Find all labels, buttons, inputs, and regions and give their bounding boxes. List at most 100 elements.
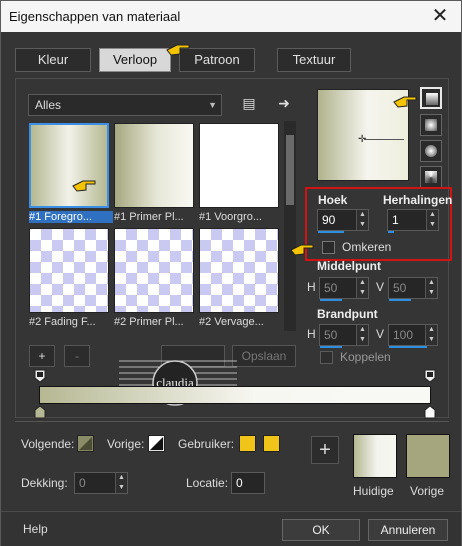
gradient-thumbnail xyxy=(114,228,194,313)
gradient-item[interactable]: #1 Primer Pl... xyxy=(114,123,194,226)
spin-arrows-icon[interactable]: ▲ ▼ xyxy=(115,473,127,493)
chevron-down-icon: ▼ xyxy=(208,100,217,110)
rectangular-style-button[interactable] xyxy=(420,114,442,136)
category-dropdown[interactable]: Alles ▼ xyxy=(28,94,222,116)
center-v-spinbox[interactable]: 50 ▲ ▼ xyxy=(388,277,438,301)
link-label: Koppelen xyxy=(340,350,391,364)
tab-kleur[interactable]: Kleur xyxy=(15,48,91,72)
focal-v-value: 100 xyxy=(393,328,414,342)
arrow-right-icon[interactable]: ➜ xyxy=(275,94,293,112)
gradient-thumbnail xyxy=(29,123,109,208)
prev-color-swatch[interactable] xyxy=(148,435,165,452)
foreground-stop-marker[interactable] xyxy=(34,369,46,383)
angle-label: Hoek xyxy=(318,193,348,207)
pointing-hand-icon xyxy=(166,44,190,56)
spin-arrows-icon[interactable]: ▲ ▼ xyxy=(356,278,368,298)
opacity-spinbox[interactable]: 0 ▲ ▼ xyxy=(74,472,128,494)
angle-spinbox[interactable]: 90 ▲ ▼ xyxy=(317,209,369,233)
pointing-hand-icon xyxy=(393,96,417,108)
cancel-button[interactable]: Annuleren xyxy=(368,519,448,541)
focal-h-spinbox[interactable]: 50 ▲ ▼ xyxy=(319,324,369,348)
close-icon[interactable]: ✕ xyxy=(429,5,451,27)
previous-material-swatch[interactable] xyxy=(406,434,450,478)
gradient-item-label: #1 Primer Pl... xyxy=(114,211,184,223)
focal-h-label: H xyxy=(307,327,316,341)
invert-label: Omkeren xyxy=(342,240,392,254)
claudia-watermark-logo: claudia xyxy=(119,360,237,406)
next-label: Volgende: xyxy=(21,437,75,451)
scrollbar-thumb[interactable] xyxy=(286,135,294,205)
center-h-level xyxy=(320,299,342,301)
opacity-stop-marker[interactable] xyxy=(424,405,436,419)
focal-label: Brandpunt xyxy=(317,307,378,321)
gradient-item[interactable]: #2 Vervage... xyxy=(199,228,279,331)
gradient-thumbnail xyxy=(114,123,194,208)
opacity-stop-marker[interactable] xyxy=(34,405,46,419)
ok-button[interactable]: OK xyxy=(282,519,360,541)
remove-gradient-button[interactable]: - xyxy=(64,345,90,367)
focal-v-spinbox[interactable]: 100 ▲ ▼ xyxy=(388,324,438,348)
center-v-label: V xyxy=(376,280,385,294)
spin-arrows-icon[interactable]: ▲ ▼ xyxy=(426,210,438,230)
gradient-editor-bar[interactable] xyxy=(39,386,431,404)
current-material-swatch[interactable] xyxy=(353,434,397,478)
tab-verloop[interactable]: Verloop xyxy=(99,48,171,72)
gradient-item-label: #2 Fading F... xyxy=(29,316,96,328)
angle-value: 90 xyxy=(322,213,336,227)
center-h-label: H xyxy=(307,280,316,294)
opacity-label: Dekking: xyxy=(21,476,68,490)
radial-style-button[interactable] xyxy=(420,140,442,162)
spin-arrows-icon[interactable]: ▲ ▼ xyxy=(356,210,368,230)
rectangular-gradient-icon xyxy=(425,119,437,131)
location-value: 0 xyxy=(236,476,243,490)
gradient-item-label: #2 Vervage... xyxy=(199,316,264,328)
user-color-swatch-1[interactable] xyxy=(239,435,256,452)
library-scrollbar[interactable] xyxy=(284,121,296,331)
angle-line xyxy=(364,139,404,140)
gradient-thumbnail xyxy=(199,228,279,313)
link-checkbox[interactable] xyxy=(320,351,333,364)
gradient-item[interactable]: #1 Foregro... xyxy=(29,123,113,226)
repeat-spinbox[interactable]: 1 ▲ ▼ xyxy=(387,209,439,233)
gradient-item-label: #2 Primer Pl... xyxy=(114,316,184,328)
sunburst-style-button[interactable] xyxy=(420,166,442,188)
invert-checkbox[interactable] xyxy=(322,241,335,254)
center-h-spinbox[interactable]: 50 ▲ ▼ xyxy=(319,277,369,301)
gradient-item[interactable]: #2 Fading F... xyxy=(29,228,109,331)
tab-bar: Kleur Verloop Patroon Textuur xyxy=(15,48,449,74)
user-color-swatch-2[interactable] xyxy=(263,435,280,452)
add-gradient-button[interactable]: + xyxy=(29,345,55,367)
next-color-swatch[interactable] xyxy=(77,435,94,452)
prev-label: Vorige: xyxy=(107,437,145,451)
book-icon[interactable]: ▤ xyxy=(240,94,258,112)
tab-textuur[interactable]: Textuur xyxy=(277,48,351,72)
user-label: Gebruiker: xyxy=(178,437,235,451)
previous-label: Vorige xyxy=(410,484,445,498)
add-swatch-button[interactable]: + xyxy=(311,436,339,464)
background-stop-marker[interactable] xyxy=(424,369,436,383)
spin-arrows-icon[interactable]: ▲ ▼ xyxy=(425,278,437,298)
title-bar: Eigenschappen van materiaal ✕ xyxy=(1,1,461,32)
repeat-level xyxy=(388,231,394,233)
center-label: Middelpunt xyxy=(317,259,381,273)
save-button[interactable]: Opslaan xyxy=(232,345,296,367)
linear-style-button[interactable] xyxy=(420,87,442,109)
center-h-value: 50 xyxy=(324,281,338,295)
focal-v-level xyxy=(389,346,427,348)
location-field[interactable]: 0 xyxy=(231,472,265,494)
pointing-hand-icon xyxy=(72,180,96,192)
gradient-library-grid: #1 Foregro... #1 Primer Pl... #1 Voorgro… xyxy=(27,121,283,331)
gradient-thumbnail xyxy=(29,228,109,313)
sunburst-gradient-icon xyxy=(425,171,437,183)
spin-arrows-icon[interactable]: ▲ ▼ xyxy=(356,325,368,345)
current-label: Huidige xyxy=(353,484,394,498)
gradient-thumbnail xyxy=(199,123,279,208)
gradient-item[interactable]: #1 Voorgro... xyxy=(199,123,279,226)
location-label: Locatie: xyxy=(186,476,229,490)
radial-gradient-icon xyxy=(425,145,437,157)
help-button[interactable]: Help xyxy=(23,522,48,536)
pointing-hand-icon xyxy=(290,244,314,256)
gradient-item[interactable]: #2 Primer Pl... xyxy=(114,228,194,331)
spin-arrows-icon[interactable]: ▲ ▼ xyxy=(425,325,437,345)
repeat-label: Herhalingen xyxy=(383,193,453,207)
